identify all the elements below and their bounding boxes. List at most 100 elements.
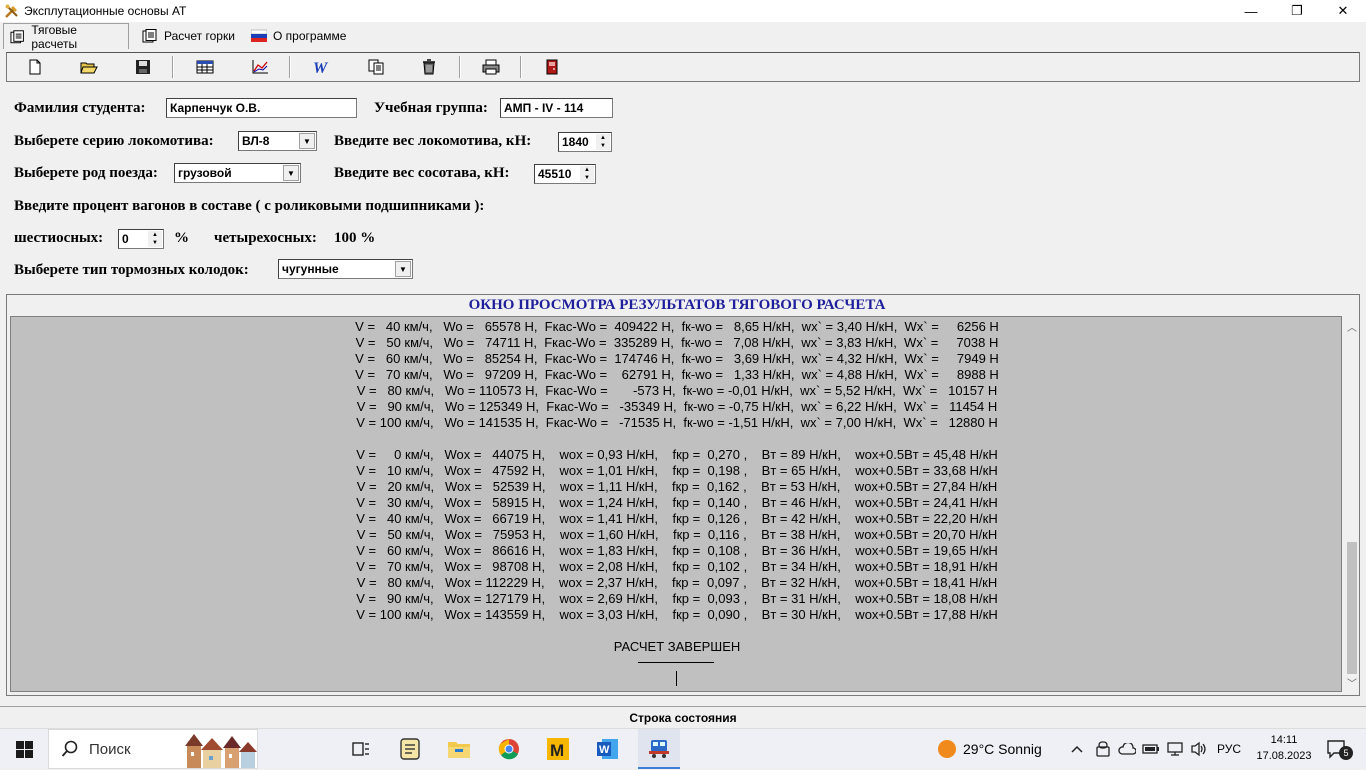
chevron-down-icon[interactable]: ▼ [299,133,315,149]
result-line: V = 80 км/ч, Wox = 112229 Н, wox = 2,37 … [356,575,998,590]
window-title: Эксплутационные основы АТ [24,4,187,18]
weather-sun-icon[interactable] [934,729,960,769]
result-line: V = 100 км/ч, Wo = 141535 Н, Fкас-Wo = -… [356,415,998,430]
spin-down-icon[interactable]: ▼ [148,239,162,247]
print-icon[interactable] [479,56,503,78]
notifications-icon[interactable]: 5 [1320,729,1354,769]
security-tray-icon[interactable] [1092,729,1114,769]
train-weight-label: Введите вес сосотава, кН: [334,165,510,181]
loco-series-value: ВЛ-8 [242,134,270,148]
calc-done-text: РАСЧЕТ ЗАВЕРШЕН [613,639,741,654]
result-line: V = 10 км/ч, Wox = 47592 Н, wox = 1,01 Н… [356,463,998,478]
book-icon [142,28,157,42]
train-type-value: грузовой [178,166,232,180]
results-title: ОКНО ПРОСМОТРА РЕЗУЛЬТАТОВ ТЯГОВОГО РАСЧ… [468,297,886,313]
battery-icon[interactable] [1140,729,1162,769]
mathcad-icon[interactable]: M [539,729,577,769]
trash-icon[interactable] [417,56,441,78]
result-line: V = 70 км/ч, Wox = 98708 Н, wox = 2,08 Н… [356,559,998,574]
file-explorer-icon[interactable] [440,729,478,769]
results-panel: ОКНО ПРОСМОТРА РЕЗУЛЬТАТОВ ТЯГОВОГО РАСЧ… [6,294,1360,696]
search-icon [61,740,78,757]
title-bar: Эксплутационные основы АТ — ❐ ✕ [0,0,1366,22]
result-line: V = 30 км/ч, Wox = 58915 Н, wox = 1,24 Н… [356,495,998,510]
search-placeholder: Поиск [89,740,131,758]
six-axle-stepper[interactable]: 0 ▲ ▼ [118,229,164,249]
loco-weight-stepper[interactable]: 1840 ▲ ▼ [558,132,612,152]
onedrive-cloud-icon[interactable] [1116,729,1138,769]
spin-down-icon[interactable]: ▼ [596,142,610,150]
chevron-down-icon[interactable]: ▼ [395,261,411,277]
copy-icon[interactable] [364,56,388,78]
toolbar-separator [459,56,461,78]
train-app-icon[interactable] [638,729,680,769]
open-folder-icon[interactable] [77,56,101,78]
maximize-button[interactable]: ❐ [1274,0,1320,22]
loco-series-label: Выберете серию локомотива: [14,133,214,149]
network-icon[interactable] [1164,729,1186,769]
village-illustration-icon [185,734,257,768]
result-line: V = 40 км/ч, Wox = 66719 Н, wox = 1,41 Н… [356,511,998,526]
scroll-down-icon[interactable]: ﹀ [1345,674,1359,690]
task-view-icon[interactable] [345,729,377,769]
toolbar: W [6,52,1360,82]
chart-icon[interactable] [248,56,272,78]
scroll-up-icon[interactable]: ︿ [1345,318,1359,334]
result-line: V = 90 км/ч, Wox = 127179 Н, wox = 2,69 … [356,591,998,606]
chevron-down-icon[interactable]: ▼ [283,165,299,181]
scroll-thumb[interactable] [1347,542,1357,674]
minimize-button[interactable]: — [1228,0,1274,22]
svg-text:W: W [313,60,329,75]
tab-traction-calc[interactable]: Тяговые расчеты [3,23,129,51]
group-label: Учебная группа: [374,100,488,116]
notes-app-icon[interactable] [391,729,429,769]
input-form: Фамилия студента: Карпенчук О.В. Учебная… [6,88,1360,290]
spin-up-icon[interactable]: ▲ [596,134,610,142]
spin-down-icon[interactable]: ▼ [580,174,594,182]
train-weight-stepper[interactable]: 45510 ▲ ▼ [534,164,596,184]
results-textarea[interactable]: V = 40 км/ч, Wo = 65578 Н, Fкас-Wo = 409… [10,316,1342,692]
loco-series-select[interactable]: ВЛ-8 ▼ [238,131,317,151]
word-export-icon[interactable]: W [309,56,333,78]
table-icon[interactable] [193,56,217,78]
result-line: V = 80 км/ч, Wo = 110573 Н, Fкас-Wo = -5… [356,383,998,398]
status-bar: Строка состояния [0,706,1366,728]
volume-icon[interactable] [1188,729,1210,769]
new-icon[interactable] [23,56,47,78]
result-line: V = 40 км/ч, Wo = 65578 Н, Fкас-Wo = 409… [355,319,999,334]
svg-text:W: W [599,744,610,756]
chrome-icon[interactable] [490,729,528,769]
wagon-percent-label: Введите процент вагонов в составе ( с ро… [14,198,485,214]
train-weight-value: 45510 [538,167,572,181]
train-type-select[interactable]: грузовой ▼ [174,163,301,183]
windows-start-icon[interactable] [0,729,48,769]
tab-hump-calc[interactable]: Расчет горки [136,24,241,47]
tab-about[interactable]: О программе [245,24,353,47]
brake-type-select[interactable]: чугунные ▼ [278,259,413,279]
exit-door-icon[interactable] [540,56,564,78]
results-scrollbar[interactable]: ︿ ﹀ [1345,316,1359,692]
taskbar-search[interactable]: Поиск [48,729,258,769]
russian-flag-icon [251,29,267,42]
result-line: V = 60 км/ч, Wox = 86616 Н, wox = 1,83 Н… [356,543,998,558]
six-axle-label: шестиосных: [14,230,104,246]
word-icon[interactable]: W [589,729,627,769]
six-axle-value: 0 [122,232,129,246]
toolbar-separator [172,56,174,78]
group-input[interactable]: АМП - IV - 114 [500,98,613,118]
taskbar: Поиск M W 29°C Sonnig РУС 14:11 17.08.20… [0,728,1366,769]
student-name-input[interactable]: Карпенчук О.В. [166,98,357,118]
save-icon[interactable] [131,56,155,78]
clock[interactable]: 14:11 17.08.2023 [1254,732,1314,764]
tray-chevron-up-icon[interactable] [1066,729,1088,769]
spin-up-icon[interactable]: ▲ [148,231,162,239]
clock-date: 17.08.2023 [1256,750,1312,762]
weather-widget[interactable]: 29°C Sonnig [963,729,1055,769]
close-button[interactable]: ✕ [1320,0,1366,22]
four-axle-value: 100 % [334,230,376,246]
train-type-label: Выберете род поезда: [14,165,158,181]
spin-up-icon[interactable]: ▲ [580,166,594,174]
underline-divider [638,662,714,663]
text-cursor [676,671,677,686]
language-indicator[interactable]: РУС [1212,729,1246,769]
